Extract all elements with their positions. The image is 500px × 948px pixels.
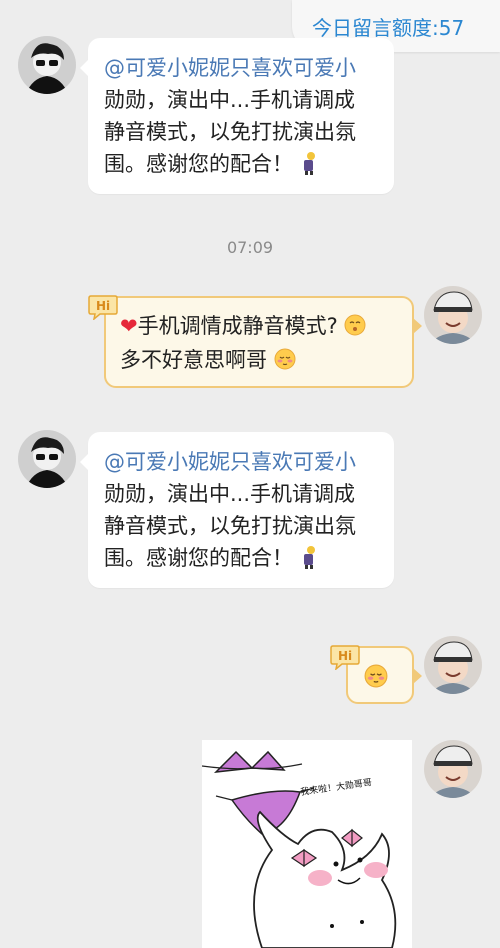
heart-icon: ❤ — [120, 314, 138, 338]
message-line: 静音模式，以免打扰演出氛 — [104, 120, 356, 144]
my-avatar-image — [424, 286, 482, 344]
my-avatar-image — [424, 636, 482, 694]
shy-emoji-icon — [274, 348, 296, 370]
sender-avatar-image — [18, 36, 76, 94]
reply-line: 多不好意思啊哥 — [120, 348, 267, 372]
message-text: @可爱小妮妮只喜欢可爱小 勋勋，演出中...手机请调成 静音模式，以免打扰演出氛… — [104, 446, 376, 574]
mention-link[interactable]: @可爱小妮妮只喜欢可爱小 — [104, 446, 376, 478]
sender-avatar-image — [18, 430, 76, 488]
image-message[interactable]: 我来啦！大勋哥哥 — [202, 740, 412, 948]
hi-badge-text: Hi — [96, 299, 110, 313]
message-line: 勋勋，演出中...手机请调成 — [104, 88, 356, 112]
blush-emoji-icon — [344, 314, 366, 336]
message-line: 围。感谢您的配合！ — [104, 546, 293, 570]
mascot-sticker-icon — [303, 546, 315, 569]
incoming-message-bubble[interactable]: @可爱小妮妮只喜欢可爱小 勋勋，演出中...手机请调成 静音模式，以免打扰演出氛… — [80, 432, 394, 588]
mascot-sticker-icon — [303, 152, 315, 175]
mention-link[interactable]: @可爱小妮妮只喜欢可爱小 — [104, 52, 376, 84]
outgoing-message-bubble[interactable]: ❤手机调情成静音模式? 多不好意思啊哥 — [104, 296, 422, 388]
my-avatar[interactable] — [424, 636, 482, 694]
sender-avatar[interactable] — [18, 430, 76, 488]
sender-avatar[interactable] — [18, 36, 76, 94]
timestamp: 07:09 — [226, 238, 274, 257]
my-avatar[interactable] — [424, 286, 482, 344]
message-line: 围。感谢您的配合！ — [104, 152, 293, 176]
hi-badge-text: Hi — [338, 649, 352, 663]
incoming-message-bubble[interactable]: @可爱小妮妮只喜欢可爱小 勋勋，演出中...手机请调成 静音模式，以免打扰演出氛… — [80, 38, 394, 194]
hi-badge-icon: Hi — [88, 294, 118, 320]
my-avatar[interactable] — [424, 740, 482, 798]
quota-label: 今日留言额度:57 — [312, 16, 465, 40]
hi-badge-icon: Hi — [330, 644, 360, 670]
shy-emoji-icon — [364, 664, 388, 688]
reply-line: 手机调情成静音模式? — [137, 314, 338, 338]
message-text: @可爱小妮妮只喜欢可爱小 勋勋，演出中...手机请调成 静音模式，以免打扰演出氛… — [104, 52, 376, 180]
message-line: 勋勋，演出中...手机请调成 — [104, 482, 356, 506]
my-avatar-image — [424, 740, 482, 798]
bunny-sticker-image — [202, 750, 397, 948]
message-line: 静音模式，以免打扰演出氛 — [104, 514, 356, 538]
